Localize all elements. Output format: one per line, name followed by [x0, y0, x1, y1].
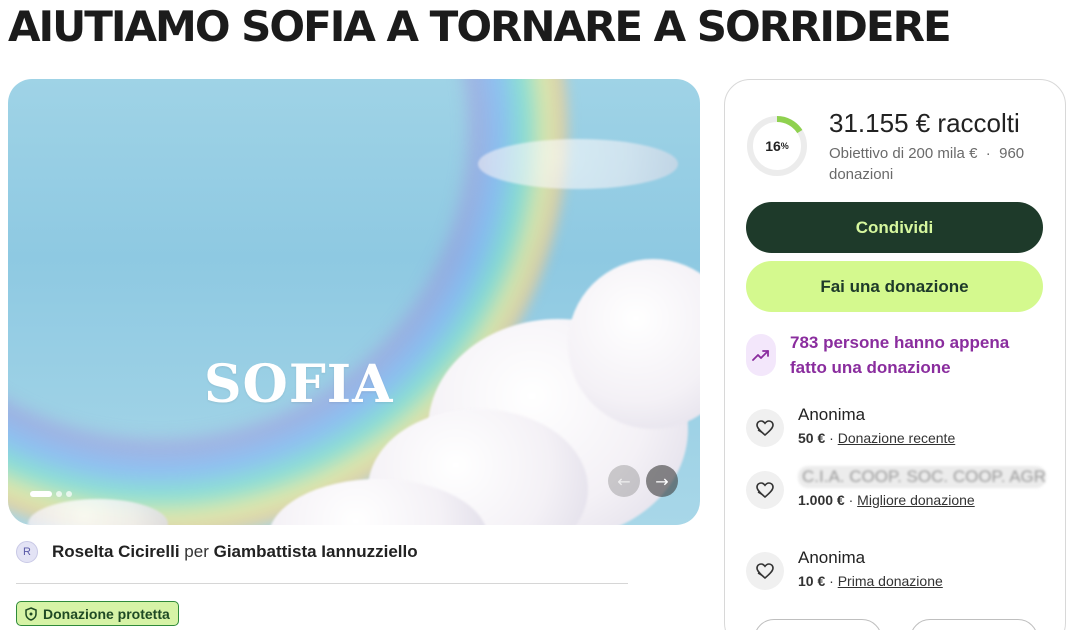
donor-amount: 50 € — [798, 430, 826, 446]
carousel-dot-2[interactable] — [56, 491, 62, 497]
list-item: Anonima 50 € · Donazione recente — [746, 404, 955, 447]
donor-meta: 10 € · Prima donazione — [798, 573, 943, 589]
progress-percent: 16% — [765, 138, 789, 154]
donor-meta: 50 € · Donazione recente — [798, 430, 955, 446]
hero-image-carousel[interactable]: SOFIA ← → — [8, 79, 700, 525]
carousel-dot-1[interactable] — [30, 491, 52, 497]
list-item: C.I.A. COOP. SOC. COOP. AGRICOLA 1.000 €… — [746, 466, 1046, 509]
trending-up-icon — [746, 334, 776, 376]
donor-name: Anonima — [798, 405, 866, 424]
cloud-decoration — [478, 139, 678, 189]
protected-donation-badge[interactable]: Donazione protetta — [16, 601, 179, 626]
donor-separator: · — [848, 492, 854, 508]
protected-label: Donazione protetta — [43, 605, 170, 622]
carousel-indicators[interactable] — [30, 491, 72, 497]
organizer-connector: per — [184, 542, 209, 561]
donation-card: 16% 31.155 € raccolti Obiettivo di 200 m… — [724, 79, 1066, 630]
goal-text: Obiettivo di 200 mila € — [829, 145, 978, 162]
heart-hand-icon — [746, 552, 784, 590]
carousel-next-button[interactable]: → — [646, 465, 678, 497]
goal-separator: · — [985, 145, 991, 162]
donor-tag-link[interactable]: Migliore donazione — [857, 492, 975, 508]
progress-ring: 16% — [745, 114, 809, 178]
beneficiary-name[interactable]: Giambattista Iannuzziello — [214, 542, 418, 561]
heart-hand-icon — [746, 409, 784, 447]
carousel-prev-button[interactable]: ← — [608, 465, 640, 497]
heart-hand-icon — [746, 471, 784, 509]
recent-donors-text: 783 persone hanno appena fatto una donaz… — [790, 333, 1010, 377]
donor-separator: · — [829, 573, 834, 589]
shield-icon — [25, 606, 37, 621]
organizer-info: R Roselta Cicirelli per Giambattista Ian… — [16, 541, 418, 563]
page-title: AIUTIAMO SOFIA A TORNARE A SORRIDERE — [8, 2, 952, 51]
donor-amount: 1.000 € — [798, 492, 845, 508]
arrow-left-icon: ← — [617, 471, 631, 491]
see-top-donations-button[interactable] — [910, 619, 1038, 630]
donor-name: C.I.A. COOP. SOC. COOP. AGRICOLA — [798, 466, 1046, 488]
donor-separator: · — [829, 430, 834, 446]
arrow-right-icon: → — [655, 471, 669, 491]
hero-image-text: SOFIA — [204, 354, 394, 415]
donate-button[interactable]: Fai una donazione — [746, 261, 1043, 312]
donor-tag-link[interactable]: Donazione recente — [838, 430, 956, 446]
see-all-donations-button[interactable] — [754, 619, 882, 630]
donor-tag-link[interactable]: Prima donazione — [838, 573, 943, 589]
organizer-name[interactable]: Roselta Cicirelli — [52, 542, 180, 561]
recent-donors-notice: 783 persone hanno appena fatto una donaz… — [746, 330, 1050, 380]
donor-name: Anonima — [798, 548, 866, 567]
donor-meta: 1.000 € · Migliore donazione — [798, 492, 1046, 508]
share-button[interactable]: Condividi — [746, 202, 1043, 253]
donor-amount: 10 € — [798, 573, 826, 589]
goal-info: Obiettivo di 200 mila € · 960 donazioni — [829, 143, 1039, 185]
list-item: Anonima 10 € · Prima donazione — [746, 547, 943, 590]
divider — [16, 583, 628, 584]
avatar: R — [16, 541, 38, 563]
carousel-dot-3[interactable] — [66, 491, 72, 497]
amount-raised: 31.155 € raccolti — [829, 108, 1020, 138]
